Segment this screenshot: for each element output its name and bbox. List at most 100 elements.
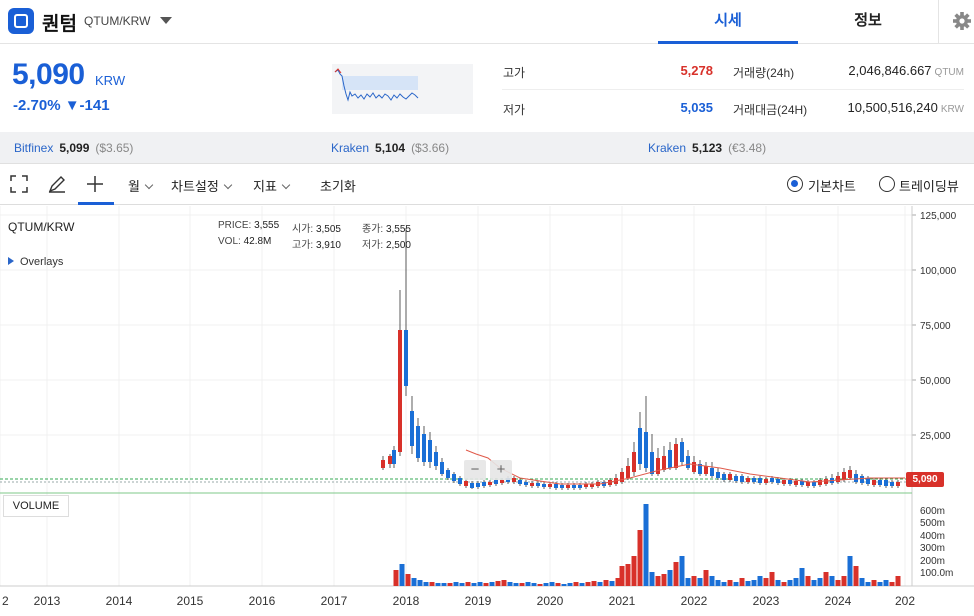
top-header: 퀀텀 QTUM/KRW 시세 정보 bbox=[0, 0, 974, 44]
volume-bar bbox=[829, 576, 835, 586]
reset-button[interactable]: 초기화 bbox=[320, 176, 356, 195]
x-tick-label: 2022 bbox=[681, 594, 708, 608]
volume-bar bbox=[871, 580, 877, 586]
candle-body bbox=[536, 483, 540, 486]
candle-body bbox=[446, 470, 450, 478]
settings-button[interactable] bbox=[938, 0, 974, 44]
volume-bar bbox=[841, 576, 847, 586]
volume-bar bbox=[781, 582, 787, 586]
zoom-in-button[interactable]: + bbox=[490, 460, 512, 480]
overlays-toggle[interactable]: Overlays bbox=[8, 256, 63, 268]
candle-body bbox=[410, 411, 414, 446]
draw-pencil-icon[interactable] bbox=[46, 173, 68, 195]
volume-bar bbox=[727, 580, 733, 586]
candle-body bbox=[488, 482, 492, 485]
crosshair-icon[interactable] bbox=[84, 173, 106, 195]
tab-quote[interactable]: 시세 bbox=[658, 0, 798, 44]
volume-bar bbox=[679, 556, 685, 586]
volume-bar bbox=[543, 583, 549, 586]
volume-bar bbox=[793, 578, 799, 586]
candle-body bbox=[512, 478, 516, 482]
volume-value: 2,046,846.667 QTUM bbox=[848, 63, 964, 78]
vol-tick-label: 500m bbox=[920, 518, 945, 529]
candle-body bbox=[458, 478, 462, 484]
candle-body bbox=[716, 472, 720, 478]
exchange-item[interactable]: Kraken 5,104 ($3.66) bbox=[331, 141, 449, 155]
coin-select-caret-icon[interactable] bbox=[160, 17, 172, 24]
volume-bar bbox=[775, 580, 781, 586]
volume-bar bbox=[685, 578, 691, 586]
tradingview-radio[interactable] bbox=[879, 176, 895, 192]
volume-bar bbox=[655, 576, 661, 586]
chart-symbol: QTUM/KRW bbox=[8, 220, 75, 234]
candle-body bbox=[428, 440, 432, 462]
volume-label: 거래량(24h) bbox=[733, 66, 795, 80]
x-tick-label: 2015 bbox=[177, 594, 204, 608]
ohlc-high: 고가: 3,910 bbox=[292, 240, 341, 251]
x-tick-label: 2020 bbox=[537, 594, 564, 608]
candle-body bbox=[788, 480, 792, 484]
candle-body bbox=[662, 456, 666, 470]
volume-bar bbox=[853, 566, 859, 586]
basic-chart-label[interactable]: 기본차트 bbox=[808, 176, 856, 195]
volume-bar bbox=[823, 572, 829, 586]
volume-panel-label: VOLUME bbox=[3, 495, 69, 517]
volume-bar bbox=[435, 583, 441, 586]
candle-body bbox=[632, 452, 636, 472]
exchange-item[interactable]: Kraken 5,123 (€3.48) bbox=[648, 141, 766, 155]
volume-bar bbox=[573, 582, 579, 586]
tab-info[interactable]: 정보 bbox=[798, 0, 938, 44]
candle-body bbox=[626, 466, 630, 478]
candle-body bbox=[392, 450, 396, 464]
candle-body bbox=[680, 442, 684, 462]
interval-dropdown[interactable]: 월 bbox=[128, 176, 154, 195]
volume-bar bbox=[453, 582, 459, 586]
candle-body bbox=[440, 462, 444, 474]
fullscreen-icon[interactable] bbox=[8, 173, 30, 195]
volume-bar bbox=[745, 581, 751, 586]
amount-value: 10,500,516,240 KRW bbox=[847, 100, 964, 115]
candle-body bbox=[734, 476, 738, 481]
ohlc-low: 저가: 2,500 bbox=[362, 240, 411, 251]
volume-bar bbox=[501, 580, 507, 586]
volume-bar bbox=[697, 578, 703, 586]
candle-body bbox=[782, 480, 786, 484]
volume-bar bbox=[477, 582, 483, 586]
tradingview-label[interactable]: 트레이딩뷰 bbox=[899, 176, 959, 195]
candle-body bbox=[416, 426, 420, 458]
volume-bar bbox=[805, 576, 811, 586]
coin-pair: QTUM/KRW bbox=[84, 14, 151, 28]
gear-icon bbox=[953, 12, 971, 30]
chart-settings-dropdown[interactable]: 차트설정 bbox=[171, 176, 233, 195]
volume-bar bbox=[661, 574, 667, 586]
chart-toolbar: 월 차트설정 지표 초기화 기본차트 트레이딩뷰 bbox=[0, 165, 974, 205]
price-chart[interactable]: 125,000 100,000 75,000 50,000 25,000 2 2013 201… bbox=[0, 206, 974, 611]
candle-body bbox=[620, 472, 624, 482]
candle-body bbox=[668, 450, 672, 468]
zoom-out-button[interactable]: − bbox=[464, 460, 486, 480]
volume-bar bbox=[625, 564, 631, 586]
candle-body bbox=[381, 460, 385, 468]
basic-chart-radio[interactable] bbox=[787, 176, 803, 192]
candle-body bbox=[686, 456, 690, 468]
candle-body bbox=[494, 480, 498, 484]
amount-label: 거래대금(24H) bbox=[733, 103, 808, 117]
volume-bar bbox=[399, 564, 405, 586]
exchange-item[interactable]: Bitfinex 5,099 ($3.65) bbox=[14, 141, 133, 155]
y-tick-label: 25,000 bbox=[920, 431, 951, 442]
volume-bar bbox=[393, 570, 399, 586]
volume-bar bbox=[811, 580, 817, 586]
candle-body bbox=[476, 483, 480, 487]
volume-bar bbox=[643, 504, 649, 586]
vol-tick-label: 100.0m bbox=[920, 568, 953, 579]
candle-body bbox=[854, 474, 858, 482]
indicators-dropdown[interactable]: 지표 bbox=[253, 176, 291, 195]
vol-tick-label: 200m bbox=[920, 556, 945, 567]
candle-body bbox=[404, 330, 408, 386]
candle-body bbox=[884, 480, 888, 486]
volume-bar bbox=[877, 582, 883, 586]
x-tick-label: 2024 bbox=[825, 594, 852, 608]
candle-body bbox=[770, 478, 774, 482]
volume-bar bbox=[649, 572, 655, 586]
volume-bar bbox=[417, 580, 423, 586]
